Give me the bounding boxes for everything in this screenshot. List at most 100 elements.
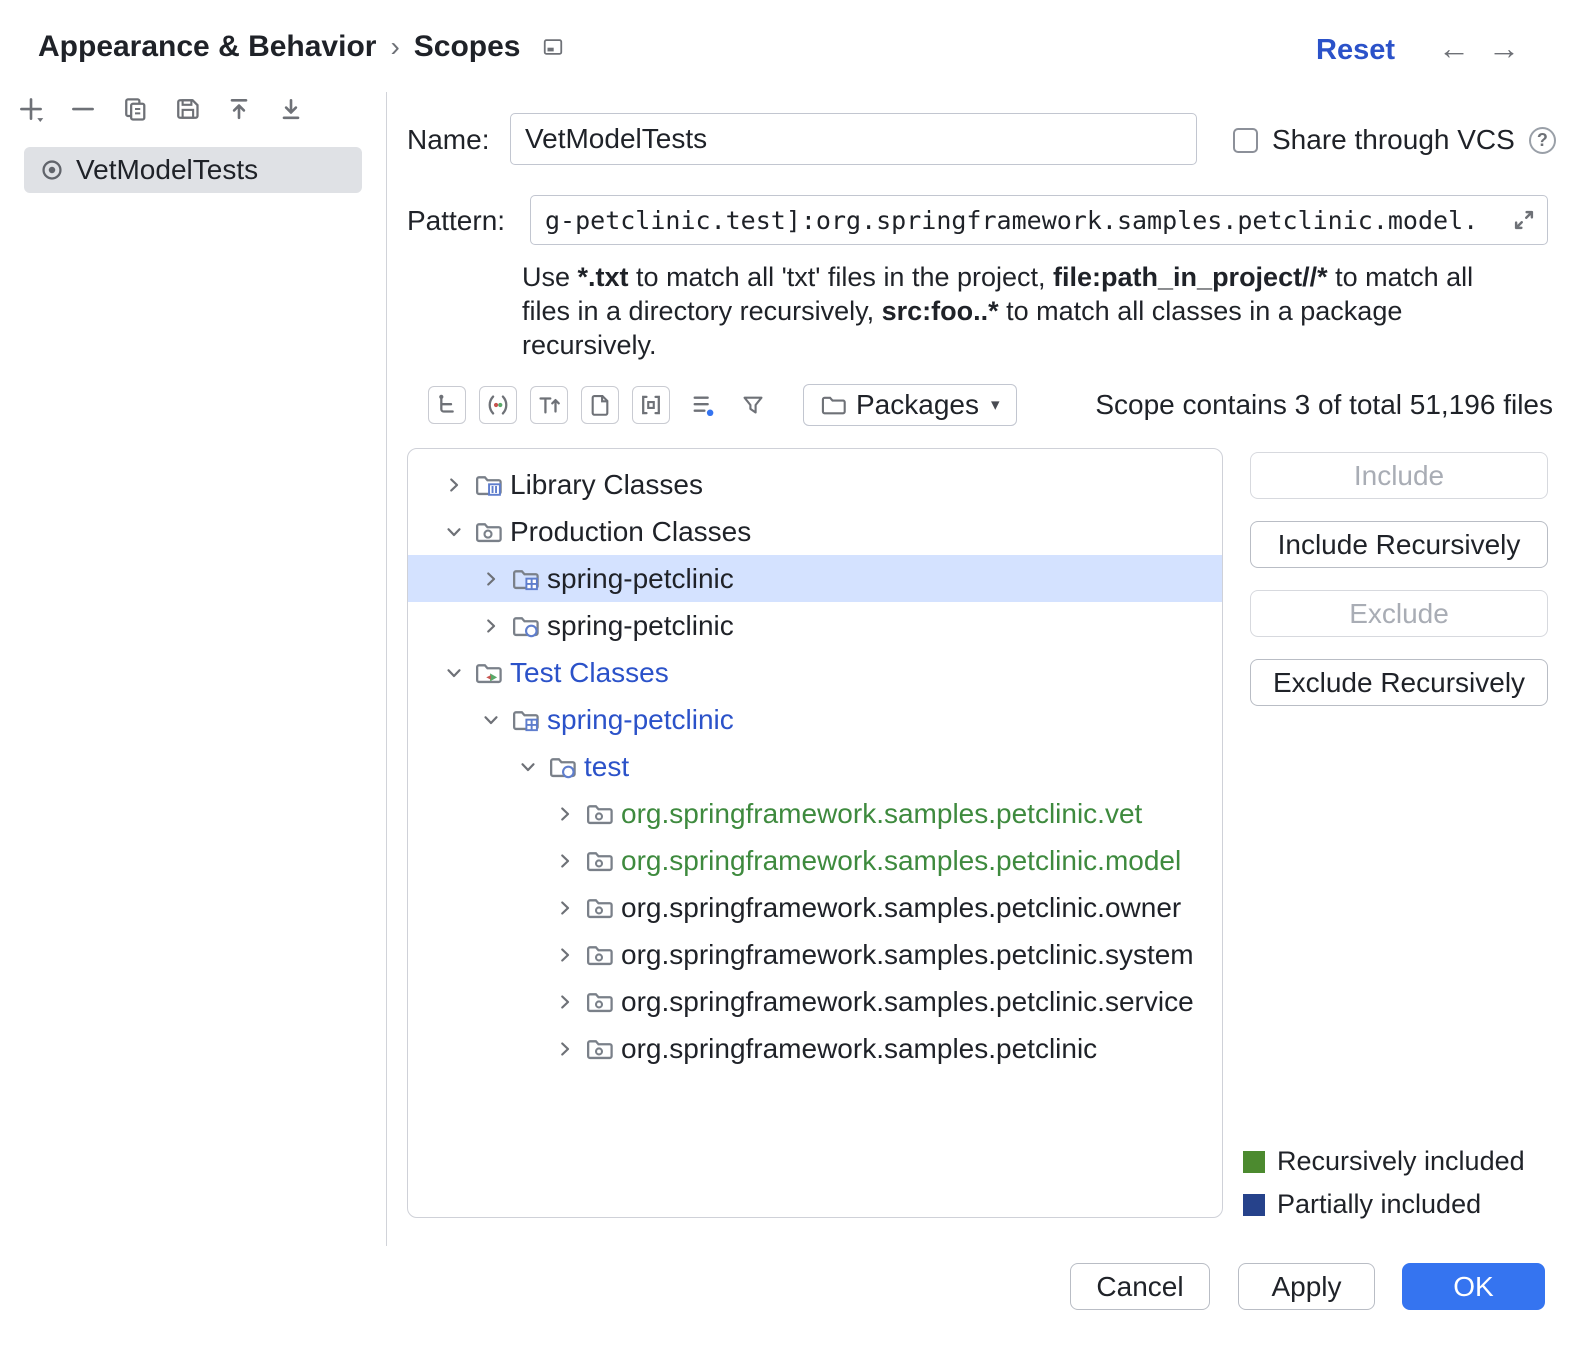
tree-row-package-service[interactable]: org.springframework.samples.petclinic.se… bbox=[408, 978, 1222, 1025]
folder-production-icon bbox=[474, 518, 502, 546]
package-icon bbox=[585, 941, 613, 969]
chevron-down-icon[interactable] bbox=[479, 708, 503, 732]
help-icon[interactable]: ? bbox=[1529, 127, 1556, 154]
copy-icon[interactable] bbox=[120, 94, 150, 124]
folder-icon bbox=[820, 392, 846, 418]
move-down-icon[interactable] bbox=[276, 94, 306, 124]
folder-test-icon bbox=[474, 659, 502, 687]
chevron-right-icon[interactable] bbox=[553, 990, 577, 1014]
tree-row-label: test bbox=[584, 751, 629, 783]
scope-icon bbox=[38, 156, 66, 184]
share-vcs-label: Share through VCS bbox=[1272, 124, 1515, 156]
cancel-button[interactable]: Cancel bbox=[1070, 1263, 1210, 1310]
window-icon bbox=[541, 36, 565, 58]
tree-row-label: org.springframework.samples.petclinic.se… bbox=[621, 986, 1194, 1018]
tree-row-test-classes[interactable]: Test Classes bbox=[408, 649, 1222, 696]
breadcrumb-section[interactable]: Appearance & Behavior bbox=[38, 30, 376, 64]
include-button[interactable]: Include bbox=[1250, 452, 1548, 499]
legend-partially-included: Partially included bbox=[1243, 1189, 1481, 1220]
save-icon[interactable] bbox=[172, 94, 202, 124]
chevron-right-icon[interactable] bbox=[479, 567, 503, 591]
chevron-right-icon[interactable] bbox=[479, 614, 503, 638]
breadcrumb-separator-icon: › bbox=[390, 31, 399, 63]
pattern-label: Pattern: bbox=[407, 205, 505, 237]
tree-row-label: org.springframework.samples.petclinic.ow… bbox=[621, 892, 1181, 924]
tree-row-package-petclinic[interactable]: org.springframework.samples.petclinic bbox=[408, 1025, 1222, 1072]
chevron-right-icon[interactable] bbox=[553, 849, 577, 873]
breadcrumb-page: Scopes bbox=[414, 30, 521, 64]
tree-row-package-vet[interactable]: org.springframework.samples.petclinic.ve… bbox=[408, 790, 1222, 837]
share-vcs-group: Share through VCS ? bbox=[1233, 124, 1556, 156]
reset-button[interactable]: Reset bbox=[1316, 34, 1395, 67]
packages-dropdown[interactable]: Packages ▾ bbox=[803, 384, 1017, 426]
tree-row-spring-petclinic-content[interactable]: spring-petclinic bbox=[408, 602, 1222, 649]
color-parens-icon[interactable] bbox=[479, 386, 517, 424]
ok-button[interactable]: OK bbox=[1402, 1263, 1545, 1310]
folder-ring-icon bbox=[511, 612, 539, 640]
chevron-right-icon[interactable] bbox=[553, 896, 577, 920]
tree-row-package-system[interactable]: org.springframework.samples.petclinic.sy… bbox=[408, 931, 1222, 978]
packages-dropdown-label: Packages bbox=[856, 389, 979, 421]
tree-row-spring-petclinic-test-module[interactable]: spring-petclinic bbox=[408, 696, 1222, 743]
sidebar-item-vetmodeltests[interactable]: VetModelTests bbox=[24, 147, 362, 193]
expand-pattern-icon[interactable] bbox=[1510, 206, 1538, 239]
name-input[interactable] bbox=[510, 113, 1197, 165]
tree-row-label: Test Classes bbox=[510, 657, 669, 689]
folder-ring-icon bbox=[548, 753, 576, 781]
sidebar-toolbar bbox=[16, 94, 306, 124]
chevron-right-icon[interactable] bbox=[553, 802, 577, 826]
exclude-button[interactable]: Exclude bbox=[1250, 590, 1548, 637]
tree-row-label: org.springframework.samples.petclinic.ve… bbox=[621, 798, 1142, 830]
tree-row-label: org.springframework.samples.petclinic.mo… bbox=[621, 845, 1181, 877]
remove-icon[interactable] bbox=[68, 94, 98, 124]
pattern-input[interactable] bbox=[530, 195, 1548, 245]
move-up-icon[interactable] bbox=[224, 94, 254, 124]
package-icon bbox=[585, 988, 613, 1016]
chevron-down-icon[interactable] bbox=[442, 661, 466, 685]
show-files-icon[interactable] bbox=[581, 386, 619, 424]
pattern-hint-text: Use *.txt to match all 'txt' files in th… bbox=[522, 260, 1522, 362]
legend-recursively-included: Recursively included bbox=[1243, 1146, 1525, 1177]
sort-by-type-icon[interactable] bbox=[530, 386, 568, 424]
tree-row-label: Library Classes bbox=[510, 469, 703, 501]
show-modules-icon[interactable] bbox=[632, 386, 670, 424]
chevron-right-icon[interactable] bbox=[442, 473, 466, 497]
apply-button[interactable]: Apply bbox=[1238, 1263, 1375, 1310]
flatten-packages-icon[interactable] bbox=[683, 386, 721, 424]
forward-arrow-icon[interactable]: → bbox=[1488, 30, 1520, 67]
package-icon bbox=[585, 894, 613, 922]
panel-divider bbox=[386, 92, 387, 1246]
share-vcs-checkbox[interactable] bbox=[1233, 128, 1258, 153]
folder-module-icon bbox=[511, 706, 539, 734]
tree-row-package-owner[interactable]: org.springframework.samples.petclinic.ow… bbox=[408, 884, 1222, 931]
name-field-wrap bbox=[510, 113, 1197, 165]
filter-icon[interactable] bbox=[734, 386, 772, 424]
tree-row-label: spring-petclinic bbox=[547, 610, 734, 642]
tree-row-label: spring-petclinic bbox=[547, 704, 734, 736]
recursively-included-swatch bbox=[1243, 1151, 1265, 1173]
add-icon[interactable] bbox=[16, 94, 46, 124]
scope-tree: Library Classes Production Classes sprin… bbox=[407, 448, 1223, 1218]
package-icon bbox=[585, 1035, 613, 1063]
chevron-down-icon[interactable] bbox=[442, 520, 466, 544]
tree-row-package-model[interactable]: org.springframework.samples.petclinic.mo… bbox=[408, 837, 1222, 884]
tree-row-test-folder[interactable]: test bbox=[408, 743, 1222, 790]
name-label: Name: bbox=[407, 124, 489, 156]
pattern-field-wrap bbox=[530, 195, 1548, 245]
tree-row-production-classes[interactable]: Production Classes bbox=[408, 508, 1222, 555]
package-icon bbox=[585, 847, 613, 875]
tree-row-library-classes[interactable]: Library Classes bbox=[408, 461, 1222, 508]
chevron-down-icon[interactable] bbox=[516, 755, 540, 779]
back-arrow-icon[interactable]: ← bbox=[1438, 30, 1470, 67]
folder-library-icon bbox=[474, 471, 502, 499]
scope-summary: Scope contains 3 of total 51,196 files bbox=[1095, 389, 1553, 421]
chevron-right-icon[interactable] bbox=[553, 1037, 577, 1061]
tree-structure-icon[interactable] bbox=[428, 386, 466, 424]
sidebar-item-label: VetModelTests bbox=[76, 154, 258, 186]
tree-row-spring-petclinic-module[interactable]: spring-petclinic bbox=[408, 555, 1222, 602]
exclude-recursively-button[interactable]: Exclude Recursively bbox=[1250, 659, 1548, 706]
include-recursively-button[interactable]: Include Recursively bbox=[1250, 521, 1548, 568]
chevron-right-icon[interactable] bbox=[553, 943, 577, 967]
package-icon bbox=[585, 800, 613, 828]
folder-module-icon bbox=[511, 565, 539, 593]
